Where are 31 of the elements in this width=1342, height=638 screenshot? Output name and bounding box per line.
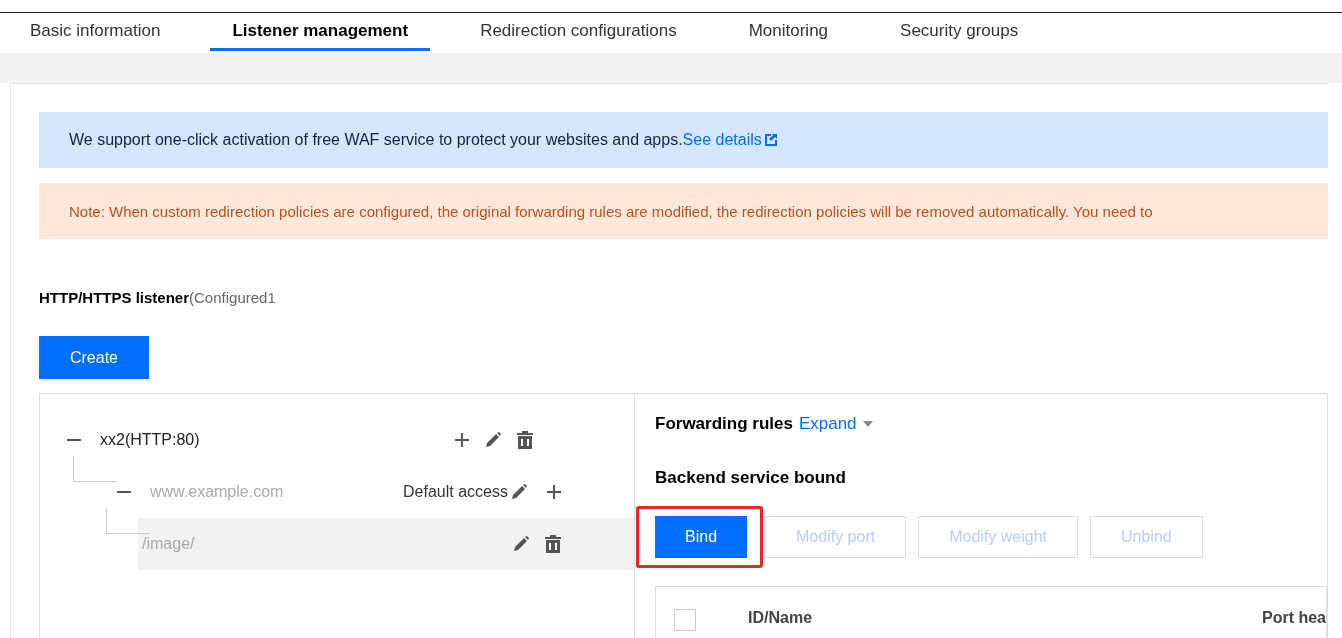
tab[interactable]: Basic information — [8, 13, 183, 51]
tree-connector-line — [73, 456, 117, 482]
pencil-icon[interactable] — [484, 431, 502, 449]
select-all-checkbox[interactable] — [674, 609, 696, 631]
configured-count: (Configured1 — [189, 289, 276, 306]
note-text: Note: When custom redirection policies are configured, the original forwarding rules are modified, the redirection policies will be removed automatically. You need to — [69, 202, 1153, 220]
action-button[interactable]: Bind — [655, 516, 748, 558]
trash-icon[interactable] — [544, 534, 562, 554]
info-text: We support one-click activation of free WAF service to protect your websites and apps. — [69, 131, 683, 149]
trash-icon[interactable] — [516, 430, 534, 450]
pencil-icon[interactable] — [512, 535, 530, 553]
column-header: ID/Name — [748, 609, 813, 627]
create-button[interactable]: Create — [39, 336, 149, 379]
section-title: HTTP/HTTPS listener — [39, 289, 190, 306]
tree-node-label[interactable]: xx2(HTTP:80) — [100, 431, 200, 449]
dropdown-caret-icon[interactable] — [862, 421, 873, 427]
tab[interactable]: Monitoring — [726, 13, 851, 51]
forwarding-rules-title: Forwarding rules — [655, 414, 793, 434]
tab[interactable]: Redirection configurations — [458, 13, 699, 51]
add-icon[interactable] — [546, 484, 562, 500]
tree-node-label[interactable]: www.example.com — [150, 483, 284, 501]
column-header: Port hea — [1262, 609, 1326, 627]
tab[interactable]: Security groups — [878, 13, 1041, 51]
external-link-icon — [763, 133, 778, 147]
add-icon[interactable] — [454, 432, 470, 448]
expand-link[interactable]: Expand — [798, 414, 857, 434]
default-access-label: Default access — [403, 483, 508, 501]
see-details-link[interactable]: See details — [682, 131, 762, 149]
backend-title: Backend service bound — [655, 468, 847, 488]
pencil-icon[interactable] — [510, 483, 528, 501]
tree-connector-line — [106, 508, 150, 534]
